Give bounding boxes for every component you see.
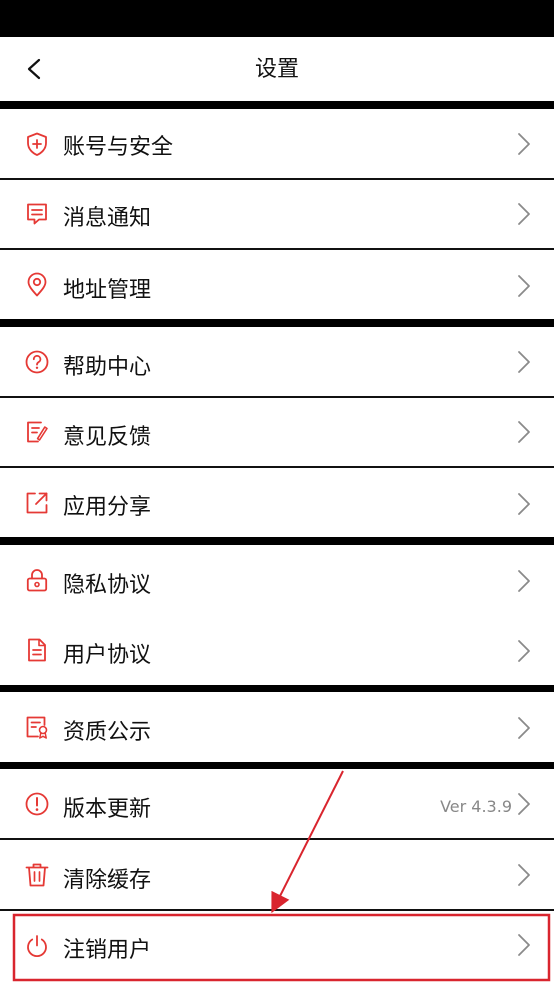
question-icon [25,350,49,374]
chevron-right-icon [518,717,530,739]
nav-bar: 设置 [0,37,554,101]
chevron-right-icon [518,275,530,297]
settings-item-label: 应用分享 [63,495,152,520]
certificate-icon [26,716,48,739]
alert-icon [25,792,49,816]
settings-group-agreements: 隐私协议 用户协议 [0,545,554,685]
settings-item-account[interactable]: 账号与安全 [0,109,554,178]
settings-item-version[interactable]: 版本更新 Ver 4.3.9 [0,769,554,838]
chevron-right-icon [518,493,530,515]
settings-item-messages[interactable]: 消息通知 [0,180,554,248]
settings-item-qualification[interactable]: 资质公示 [0,692,554,762]
chevron-right-icon [518,934,530,956]
settings-item-label: 清除缓存 [63,868,152,893]
settings-item-address[interactable]: 地址管理 [0,250,554,319]
lock-icon [26,569,48,592]
settings-item-cache[interactable]: 清除缓存 [0,840,554,909]
chevron-right-icon [518,864,530,886]
settings-item-label: 消息通知 [63,206,152,231]
version-value: Ver 4.3.9 [440,797,512,816]
settings-item-label: 地址管理 [63,278,152,303]
settings-item-share[interactable]: 应用分享 [0,468,554,537]
chevron-right-icon [518,421,530,443]
settings-item-feedback[interactable]: 意见反馈 [0,398,554,466]
power-icon [27,935,47,957]
chevron-right-icon [518,133,530,155]
shield-plus-icon [27,132,47,156]
chevron-right-icon [518,203,530,225]
location-pin-icon [27,272,47,297]
settings-item-label: 意见反馈 [63,425,152,450]
settings-item-deactivate[interactable]: 注销用户 [0,911,554,985]
edit-note-icon [27,421,48,443]
settings-item-privacy[interactable]: 隐私协议 [0,545,554,615]
status-bar [0,0,554,37]
share-icon [26,492,48,514]
page-title: 设置 [254,57,299,82]
document-icon [28,638,46,662]
chevron-right-icon [518,351,530,373]
chevron-right-icon [518,793,530,815]
settings-item-label: 用户协议 [63,643,152,668]
chevron-right-icon [518,570,530,592]
settings-item-user-agreement[interactable]: 用户协议 [0,615,554,685]
settings-item-label: 版本更新 [63,797,152,822]
settings-item-help[interactable]: 帮助中心 [0,327,554,396]
settings-item-label: 注销用户 [63,938,152,963]
chevron-right-icon [518,640,530,662]
settings-screen: 设置 账号与安全 消息通知 地址管理 帮助中心 意见反馈 应用分享 隐私协议 用… [0,0,554,985]
settings-item-label: 账号与安全 [63,135,174,160]
settings-item-label: 帮助中心 [63,355,152,380]
trash-icon [25,863,49,887]
settings-item-label: 隐私协议 [63,573,152,598]
settings-item-label: 资质公示 [63,720,152,745]
message-icon [27,203,47,225]
